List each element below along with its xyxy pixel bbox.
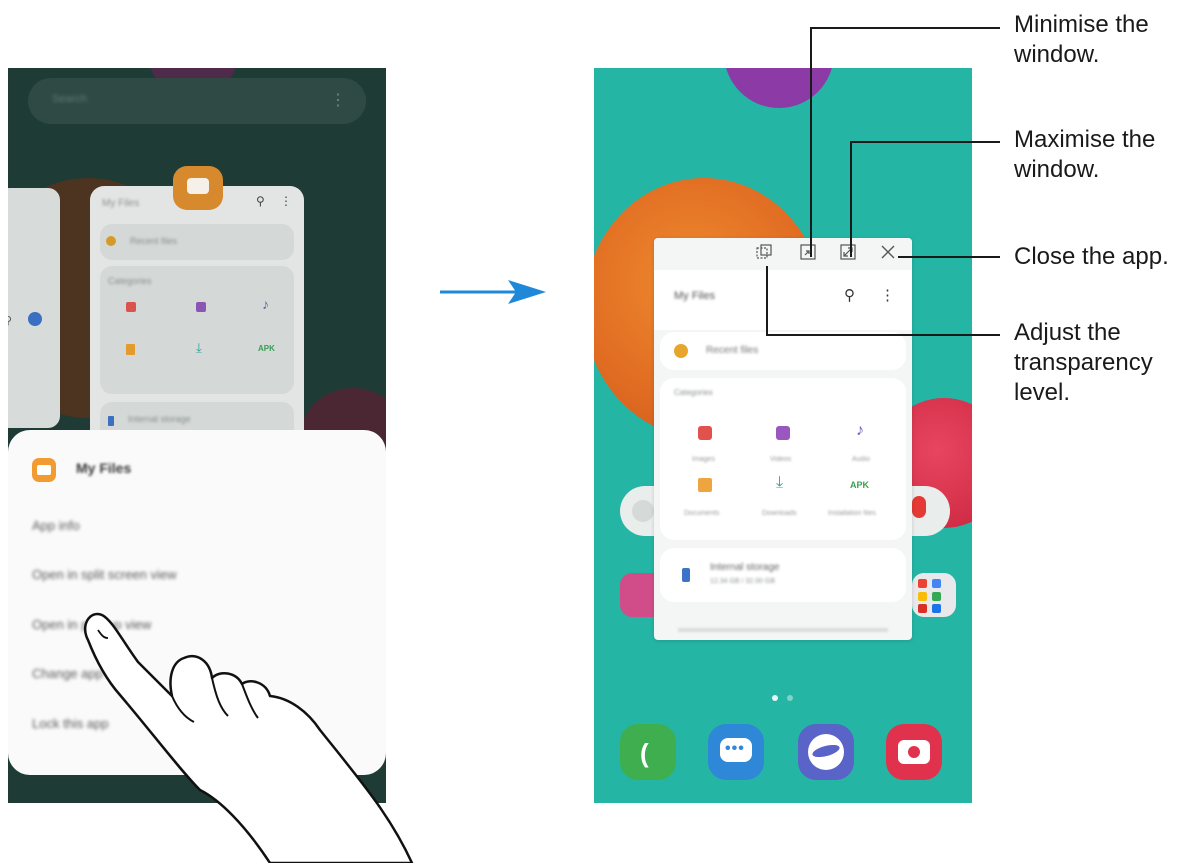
annotation-minimise: Minimise the window. [1014, 11, 1149, 68]
annotation-close: Close the app. [1014, 243, 1169, 270]
annotation-transparency: Adjust the transparency level. [1014, 319, 1153, 406]
annotation-maximise: Maximise the window. [1014, 126, 1156, 183]
